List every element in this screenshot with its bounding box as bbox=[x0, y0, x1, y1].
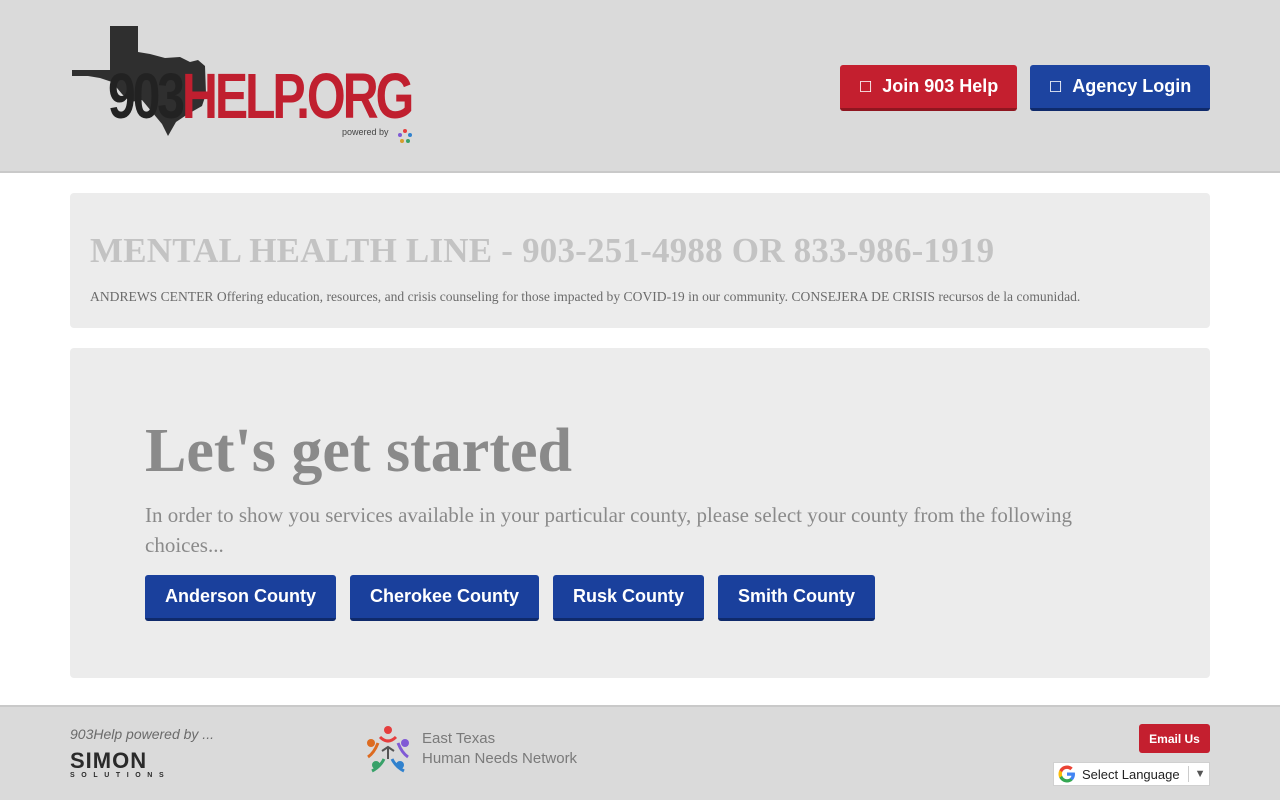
county-button-smith[interactable]: Smith County bbox=[718, 575, 876, 621]
agency-login-button[interactable]: ☐ Agency Login bbox=[1030, 65, 1210, 111]
county-button-cherokee[interactable]: Cherokee County bbox=[350, 575, 540, 621]
logo-903: 903 bbox=[108, 60, 185, 132]
simon-logo-name: SIMON bbox=[70, 748, 148, 773]
site-logo[interactable]: 903HELP.ORG powered by bbox=[70, 24, 430, 149]
simon-logo-sub: SOLUTIONS bbox=[70, 772, 171, 779]
county-button-rusk[interactable]: Rusk County bbox=[553, 575, 705, 621]
intro-text: In order to show you services available … bbox=[145, 503, 1073, 557]
east-texas-network-logo[interactable]: East Texas Human Needs Network bbox=[362, 723, 577, 775]
user-plus-icon: ☐ bbox=[858, 77, 873, 96]
county-button-anderson[interactable]: Anderson County bbox=[145, 575, 336, 621]
get-started-panel: Let's get started In order to show you s… bbox=[70, 348, 1210, 678]
join-903-help-button[interactable]: ☐ Join 903 Help bbox=[840, 65, 1017, 111]
etn-line-2: Human Needs Network bbox=[422, 750, 578, 767]
language-select[interactable]: Select Language ▼ bbox=[1053, 762, 1210, 786]
page-title: Let's get started bbox=[145, 417, 572, 485]
language-divider bbox=[1187, 766, 1189, 782]
site-footer: 903Help powered by ... SIMON SOLUTIONS E… bbox=[0, 705, 1280, 800]
logo-wordmark: 903HELP.ORG bbox=[108, 60, 414, 132]
simon-solutions-logo[interactable]: SIMON SOLUTIONS bbox=[70, 748, 171, 780]
alert-title: MENTAL HEALTH LINE - 903-251-4988 OR 833… bbox=[90, 231, 995, 270]
etn-line-1: East Texas bbox=[422, 730, 496, 747]
footer-powered-by: 903Help powered by ... bbox=[70, 726, 214, 742]
login-label: Agency Login bbox=[1072, 76, 1192, 96]
language-label: Select Language bbox=[1082, 766, 1180, 782]
network-logo-icon bbox=[398, 129, 412, 143]
google-icon bbox=[1058, 765, 1075, 783]
etn-text: East Texas Human Needs Network bbox=[422, 729, 577, 769]
lock-icon: ☐ bbox=[1048, 77, 1063, 96]
site-header: 903HELP.ORG powered by ☐ Join 903 Help ☐… bbox=[0, 0, 1280, 173]
mental-health-alert: MENTAL HEALTH LINE - 903-251-4988 OR 833… bbox=[70, 193, 1210, 328]
join-label: Join 903 Help bbox=[882, 76, 999, 96]
chevron-down-icon: ▼ bbox=[1194, 768, 1206, 780]
logo-powered-by: powered by bbox=[342, 127, 389, 137]
county-buttons: Anderson County Cherokee County Rusk Cou… bbox=[145, 575, 876, 621]
alert-text: ANDREWS CENTER Offering education, resou… bbox=[90, 289, 1081, 304]
logo-help-org: HELP.ORG bbox=[181, 60, 414, 132]
people-circle-icon bbox=[367, 726, 409, 773]
email-us-button[interactable]: Email Us bbox=[1139, 724, 1210, 753]
